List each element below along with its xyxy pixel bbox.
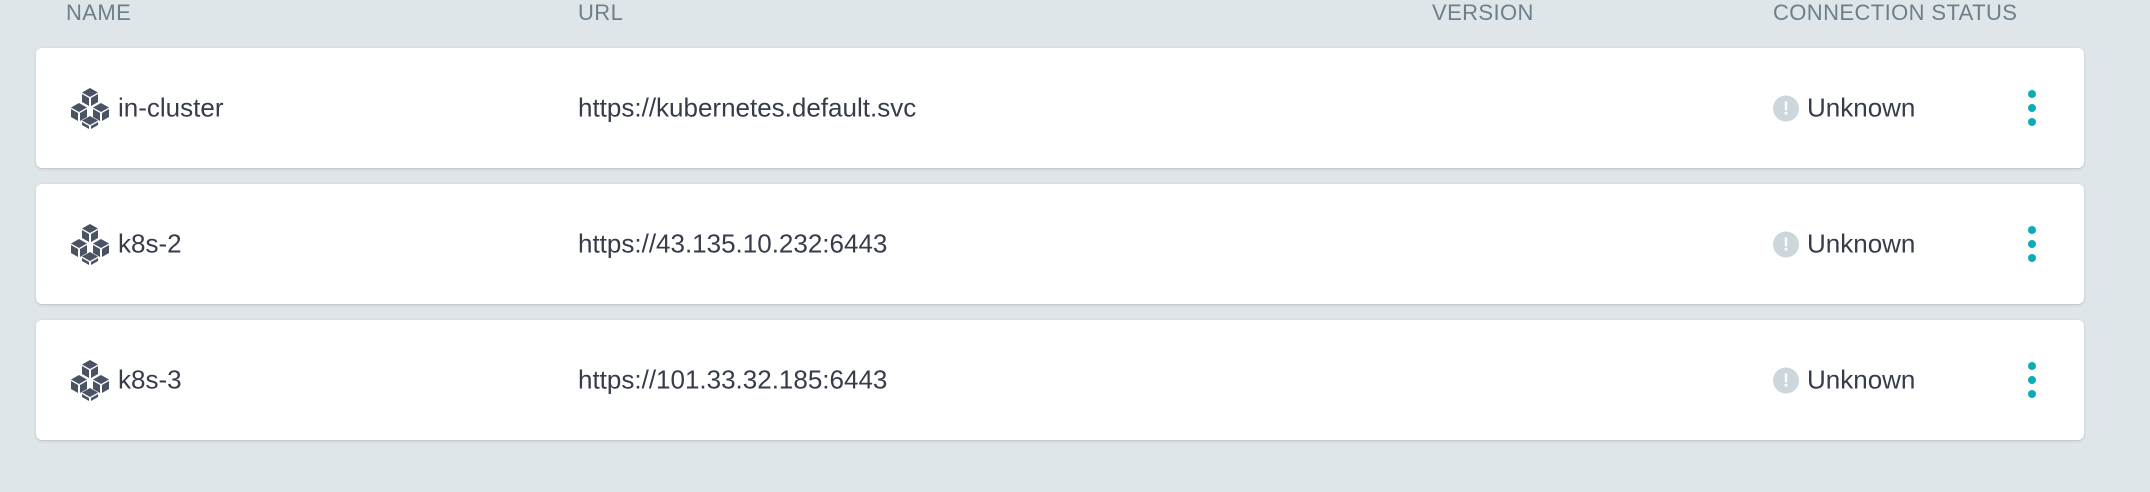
exclamation-icon: ! [1773, 231, 1799, 257]
column-header-connection-status[interactable]: CONNECTION STATUS [1773, 0, 2017, 26]
cluster-name: in-cluster [118, 92, 224, 123]
row-menu-button[interactable] [2012, 80, 2052, 136]
cluster-row[interactable]: k8s-2 https://43.135.10.232:6443 ! Unkno… [36, 184, 2084, 304]
more-vertical-icon [2028, 226, 2036, 234]
column-header-version[interactable]: VERSION [1432, 0, 1534, 26]
more-vertical-icon [2028, 362, 2036, 370]
connection-status: ! Unknown [1773, 229, 1915, 260]
connection-status-label: Unknown [1807, 92, 1916, 123]
cluster-row[interactable]: k8s-3 https://101.33.32.185:6443 ! Unkno… [36, 320, 2084, 440]
cluster-icon [71, 360, 109, 401]
exclamation-icon: ! [1773, 367, 1799, 393]
cluster-name: k8s-3 [118, 364, 182, 395]
cluster-icon [71, 224, 109, 265]
connection-status: ! Unknown [1773, 93, 1915, 124]
cluster-icon [71, 88, 109, 129]
cluster-url: https://43.135.10.232:6443 [578, 228, 888, 259]
column-header-name[interactable]: NAME [66, 0, 131, 26]
cluster-url: https://kubernetes.default.svc [578, 92, 917, 123]
connection-status-label: Unknown [1807, 228, 1916, 259]
connection-status: ! Unknown [1773, 365, 1915, 396]
column-header-url[interactable]: URL [578, 0, 623, 26]
cluster-name: k8s-2 [118, 228, 182, 259]
cluster-url: https://101.33.32.185:6443 [578, 364, 888, 395]
cluster-list: in-cluster https://kubernetes.default.sv… [36, 48, 2084, 456]
row-menu-button[interactable] [2012, 216, 2052, 272]
row-menu-button[interactable] [2012, 352, 2052, 408]
cluster-row[interactable]: in-cluster https://kubernetes.default.sv… [36, 48, 2084, 168]
exclamation-icon: ! [1773, 95, 1799, 121]
more-vertical-icon [2028, 90, 2036, 98]
connection-status-label: Unknown [1807, 364, 1916, 395]
table-header: NAME URL VERSION CONNECTION STATUS [0, 0, 2150, 48]
